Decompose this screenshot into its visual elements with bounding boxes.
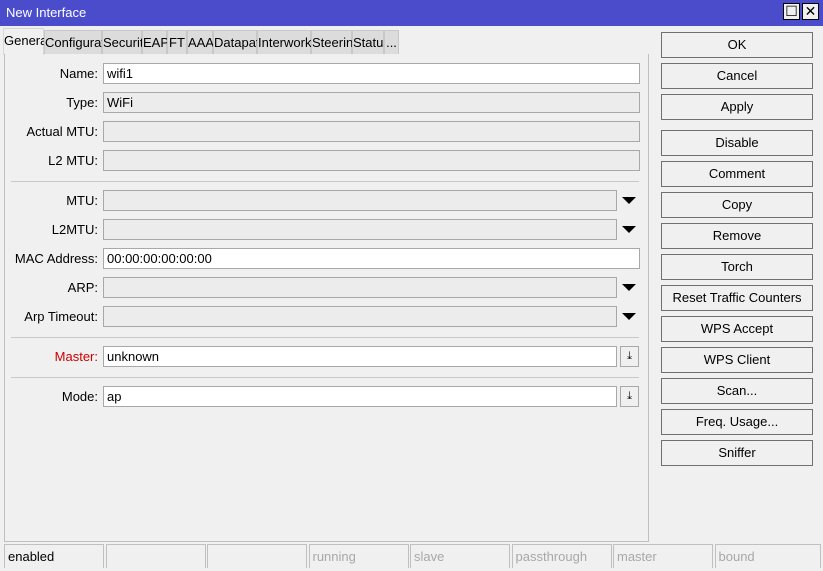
divider: [11, 337, 639, 338]
actual-mtu-field[interactable]: [103, 121, 640, 142]
status-cell: [105, 544, 206, 568]
dropdown-arrow-icon[interactable]: [622, 226, 636, 233]
name-field[interactable]: wifi1: [103, 63, 640, 84]
cancel-button[interactable]: Cancel: [661, 63, 813, 89]
tab-interworking[interactable]: Interworking: [257, 30, 329, 54]
mac-label: MAC Address:: [14, 251, 98, 266]
torch-button[interactable]: Torch: [661, 254, 813, 280]
tab-datapath[interactable]: Datapath: [213, 30, 267, 54]
copy-button[interactable]: Copy: [661, 192, 813, 218]
dropdown-arrow-icon[interactable]: [622, 313, 636, 320]
tab-aaa[interactable]: AAA: [187, 30, 214, 54]
name-label: Name:: [59, 66, 98, 81]
type-field[interactable]: WiFi: [103, 92, 640, 113]
ok-button[interactable]: OK: [661, 32, 813, 58]
status-cell: master: [613, 544, 713, 568]
master-field[interactable]: unknown: [103, 346, 617, 367]
l2-mtu-field[interactable]: [103, 150, 640, 171]
divider: [11, 377, 639, 378]
disable-button[interactable]: Disable: [661, 130, 813, 156]
mode-field[interactable]: ap: [103, 386, 617, 407]
scan-button[interactable]: Scan...: [661, 378, 813, 404]
l2mtu-label: L2MTU:: [51, 222, 98, 237]
tab-more[interactable]: ...: [384, 30, 399, 54]
status-cell: passthrough: [511, 544, 612, 568]
tab-steering[interactable]: Steering: [311, 30, 360, 54]
tab-security[interactable]: Security: [102, 30, 150, 54]
status-cell: enabled: [4, 544, 104, 568]
status-cell: bound: [714, 544, 821, 568]
status-cell: running: [308, 544, 409, 568]
mode-label: Mode:: [61, 389, 98, 404]
window-title: New Interface: [6, 5, 87, 20]
mtu-label: MTU:: [66, 193, 98, 208]
mtu-field[interactable]: [103, 190, 617, 211]
status-cell: slave: [410, 544, 510, 568]
arp-timeout-field[interactable]: [103, 306, 617, 327]
tab-status[interactable]: Status: [352, 30, 390, 54]
wps-client-button[interactable]: WPS Client: [661, 347, 813, 373]
freq-usage-button[interactable]: Freq. Usage...: [661, 409, 813, 435]
comment-button[interactable]: Comment: [661, 161, 813, 187]
tab-eap[interactable]: EAP: [142, 30, 169, 54]
mac-field[interactable]: 00:00:00:00:00:00: [103, 248, 640, 269]
actual-mtu-label: Actual MTU:: [26, 124, 98, 139]
type-label: Type:: [66, 95, 98, 110]
dropdown-arrow-icon[interactable]: [622, 284, 636, 291]
remove-button[interactable]: Remove: [661, 223, 813, 249]
l2mtu-field[interactable]: [103, 219, 617, 240]
tab-configuration[interactable]: Configuration: [44, 30, 122, 54]
wps-accept-button[interactable]: WPS Accept: [661, 316, 813, 342]
l2-mtu-label: L2 MTU:: [48, 153, 98, 168]
tab-general[interactable]: General: [3, 28, 50, 55]
maximize-icon[interactable]: ☐: [783, 3, 800, 20]
apply-button[interactable]: Apply: [661, 94, 813, 120]
select-arrow-icon[interactable]: ⤓: [620, 346, 639, 367]
dropdown-arrow-icon[interactable]: [622, 197, 636, 204]
reset-traffic-counters-button[interactable]: Reset Traffic Counters: [661, 285, 813, 311]
divider: [11, 181, 639, 182]
arp-timeout-label: Arp Timeout:: [24, 309, 98, 324]
arp-label: ARP:: [67, 280, 98, 295]
close-icon[interactable]: ✕: [802, 3, 819, 20]
status-cell: [207, 544, 307, 568]
master-label: Master:: [54, 349, 98, 364]
sniffer-button[interactable]: Sniffer: [661, 440, 813, 466]
select-arrow-icon[interactable]: ⤓: [620, 386, 639, 407]
title-bar: New Interface ☐ ✕: [0, 0, 823, 26]
tab-ft[interactable]: FT: [167, 30, 187, 54]
arp-field[interactable]: [103, 277, 617, 298]
